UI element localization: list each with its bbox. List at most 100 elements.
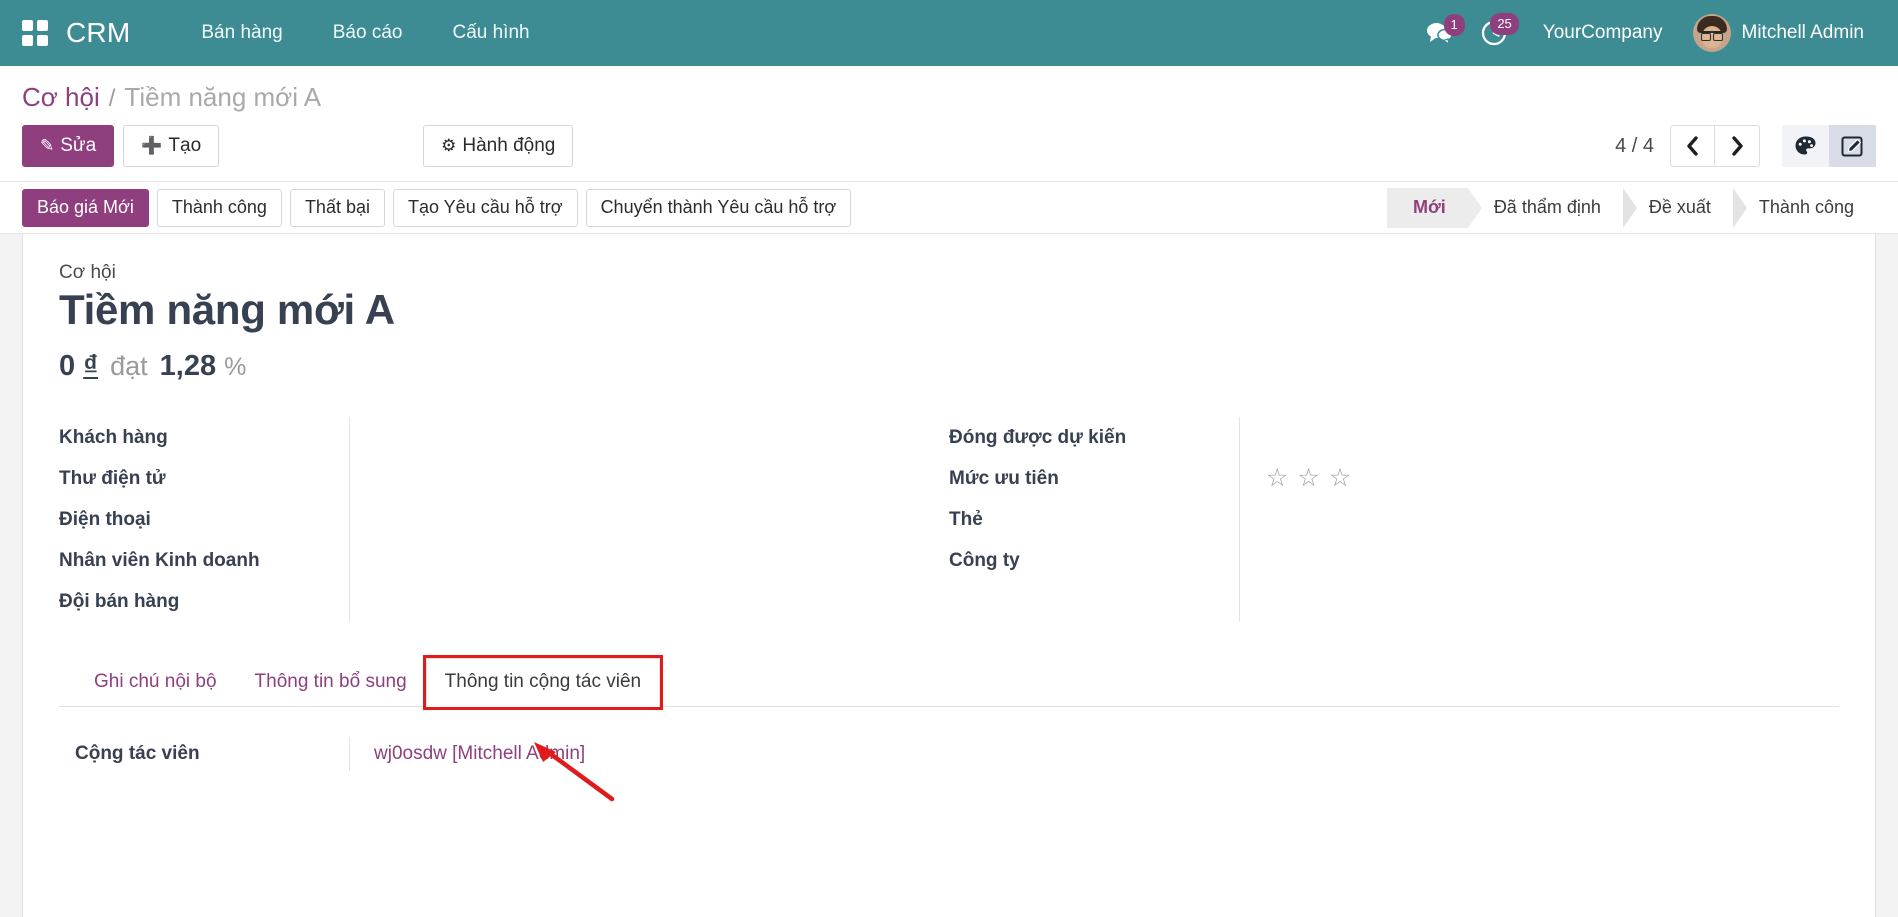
expected-revenue-amount: 0: [59, 350, 75, 382]
avatar: [1693, 14, 1731, 52]
user-name: Mitchell Admin: [1742, 22, 1865, 44]
statusbar-button-convert-to-ticket[interactable]: Chuyển thành Yêu cầu hỗ trợ: [586, 189, 852, 227]
messages-menu[interactable]: 1: [1412, 15, 1467, 51]
statusbar-button-lost[interactable]: Thất bại: [290, 189, 385, 227]
action-menu-button[interactable]: ⚙ Hành động: [423, 125, 573, 167]
stage-qualified[interactable]: Đã thẩm định: [1468, 188, 1623, 228]
breadcrumb-separator: /: [109, 85, 116, 113]
form-sheet: Cơ hội Tiềm năng mới A 0 ₫ đạt 1,28 % Kh…: [22, 234, 1876, 917]
label-expected-closing: Đóng được dự kiến: [949, 417, 1227, 458]
priority-star-1[interactable]: ☆: [1266, 466, 1288, 491]
label-tags: Thẻ: [949, 499, 1227, 540]
stage-new[interactable]: Mới: [1387, 188, 1468, 228]
collaborator-field-row: Cộng tác viên wj0osdw [Mitchell Admin]: [75, 737, 1839, 771]
right-field-labels: Đóng được dự kiến Mức ưu tiên Thẻ Công t…: [949, 417, 1239, 622]
stage-proposition[interactable]: Đề xuất: [1623, 188, 1733, 228]
activities-menu[interactable]: 25: [1467, 14, 1521, 52]
gear-icon: ⚙: [441, 136, 456, 155]
field-tags[interactable]: [1266, 499, 1839, 540]
priority-star-2[interactable]: ☆: [1297, 466, 1319, 491]
edit-button[interactable]: ✎ Sửa: [22, 125, 114, 167]
breadcrumb: Cơ hội / Tiềm năng mới A: [22, 66, 1876, 119]
percent-sign: %: [224, 353, 246, 381]
statusbar-button-create-helpdesk-ticket[interactable]: Tạo Yêu cầu hỗ trợ: [393, 189, 578, 227]
action-menu-label: Hành động: [462, 135, 555, 156]
activities-badge: 25: [1490, 13, 1518, 35]
label-company: Công ty: [949, 540, 1227, 581]
action-menu-wrap: ⚙ Hành động: [423, 125, 573, 167]
pager-counter: 4 / 4: [1615, 135, 1654, 158]
label-collaborator: Cộng tác viên: [75, 743, 349, 765]
company-switcher[interactable]: YourCompany: [1521, 14, 1685, 52]
stage-won[interactable]: Thành công: [1733, 188, 1876, 228]
menu-item-sales[interactable]: Bán hàng: [176, 14, 307, 52]
apps-grid-icon[interactable]: [22, 20, 48, 46]
form-fields-grid: Khách hàng Thư điện tử Điện thoại Nhân v…: [59, 417, 1839, 622]
field-priority[interactable]: ☆ ☆ ☆: [1266, 458, 1839, 499]
field-customer[interactable]: [376, 417, 949, 458]
field-salesperson[interactable]: [376, 540, 949, 581]
label-phone: Điện thoại: [59, 499, 337, 540]
edit-button-label: Sửa: [60, 135, 96, 156]
menu-item-reporting[interactable]: Báo cáo: [308, 14, 428, 52]
label-sales-team: Đội bán hàng: [59, 581, 337, 622]
main-menu: Bán hàng Báo cáo Cấu hình: [176, 14, 554, 52]
app-brand-crm[interactable]: CRM: [66, 17, 130, 49]
form-sheet-background: Cơ hội Tiềm năng mới A 0 ₫ đạt 1,28 % Kh…: [0, 234, 1898, 917]
chevron-right-icon: [1731, 136, 1744, 156]
expected-revenue[interactable]: 0 ₫: [59, 350, 98, 383]
field-company[interactable]: [1266, 540, 1839, 581]
tab-internal-notes[interactable]: Ghi chú nội bộ: [75, 658, 236, 707]
form-column-left: Khách hàng Thư điện tử Điện thoại Nhân v…: [59, 417, 949, 622]
plus-icon: ➕: [141, 136, 162, 155]
chevron-left-icon: [1686, 136, 1699, 156]
record-subtitle: Cơ hội: [59, 262, 1839, 284]
statusbar-button-won[interactable]: Thành công: [157, 189, 282, 227]
probability-value: 1,28: [160, 350, 216, 382]
priority-stars: ☆ ☆ ☆: [1266, 466, 1351, 491]
page-title: Tiềm năng mới A: [59, 286, 1839, 334]
left-field-labels: Khách hàng Thư điện tử Điện thoại Nhân v…: [59, 417, 349, 622]
field-phone[interactable]: [376, 499, 949, 540]
pager-and-views: 4 / 4: [1615, 125, 1876, 167]
notebook-pane-collaborator-info: Cộng tác viên wj0osdw [Mitchell Admin]: [59, 707, 1839, 771]
status-bar: Báo giá Mới Thành công Thất bại Tạo Yêu …: [0, 182, 1898, 234]
priority-star-3[interactable]: ☆: [1329, 466, 1351, 491]
breadcrumb-root[interactable]: Cơ hội: [22, 82, 100, 113]
label-customer: Khách hàng: [59, 417, 337, 458]
menu-item-configuration[interactable]: Cấu hình: [427, 14, 554, 52]
control-panel-buttons: ✎ Sửa ➕Tạo ⚙ Hành động 4 / 4: [22, 119, 1876, 181]
stage-pipeline: Mới Đã thẩm định Đề xuất Thành công: [1387, 188, 1876, 228]
palette-kanban-icon: [1794, 135, 1817, 157]
collaborator-value-wrap: wj0osdw [Mitchell Admin]: [349, 737, 585, 771]
field-collaborator[interactable]: wj0osdw [Mitchell Admin]: [374, 743, 585, 765]
pager-next-button[interactable]: [1715, 125, 1760, 167]
notebook: Ghi chú nội bộ Thông tin bổ sung Thông t…: [59, 658, 1839, 771]
form-column-right: Đóng được dự kiến Mức ưu tiên Thẻ Công t…: [949, 417, 1839, 622]
label-email: Thư điện tử: [59, 458, 337, 499]
create-button[interactable]: ➕Tạo: [123, 125, 219, 167]
status-bar-buttons: Báo giá Mới Thành công Thất bại Tạo Yêu …: [22, 189, 851, 227]
currency-symbol: ₫: [83, 350, 98, 382]
messages-badge: 1: [1444, 14, 1465, 36]
notebook-tabs: Ghi chú nội bộ Thông tin bổ sung Thông t…: [59, 658, 1839, 707]
field-email[interactable]: [376, 458, 949, 499]
label-salesperson: Nhân viên Kinh doanh: [59, 540, 337, 581]
tab-collaborator-info[interactable]: Thông tin cộng tác viên: [426, 658, 660, 707]
top-navbar: CRM Bán hàng Báo cáo Cấu hình 1 25 YourC…: [0, 0, 1898, 66]
statusbar-button-new-quotation[interactable]: Báo giá Mới: [22, 189, 149, 227]
probability-field[interactable]: 1,28 %: [160, 350, 247, 383]
pager-previous-button[interactable]: [1670, 125, 1715, 167]
pencil-icon: ✎: [40, 136, 54, 155]
field-expected-closing[interactable]: [1266, 417, 1839, 458]
view-switcher-kanban-button[interactable]: [1782, 125, 1829, 167]
right-field-values: ☆ ☆ ☆: [1239, 417, 1839, 622]
tab-extra-info[interactable]: Thông tin bổ sung: [236, 658, 426, 707]
breadcrumb-current: Tiềm năng mới A: [124, 82, 321, 113]
label-priority: Mức ưu tiên: [949, 458, 1227, 499]
view-switcher: [1782, 125, 1876, 167]
revenue-at-label: đạt: [110, 351, 148, 382]
view-switcher-form-button[interactable]: [1829, 125, 1876, 167]
user-menu[interactable]: Mitchell Admin: [1685, 10, 1877, 56]
field-sales-team[interactable]: [376, 581, 949, 622]
